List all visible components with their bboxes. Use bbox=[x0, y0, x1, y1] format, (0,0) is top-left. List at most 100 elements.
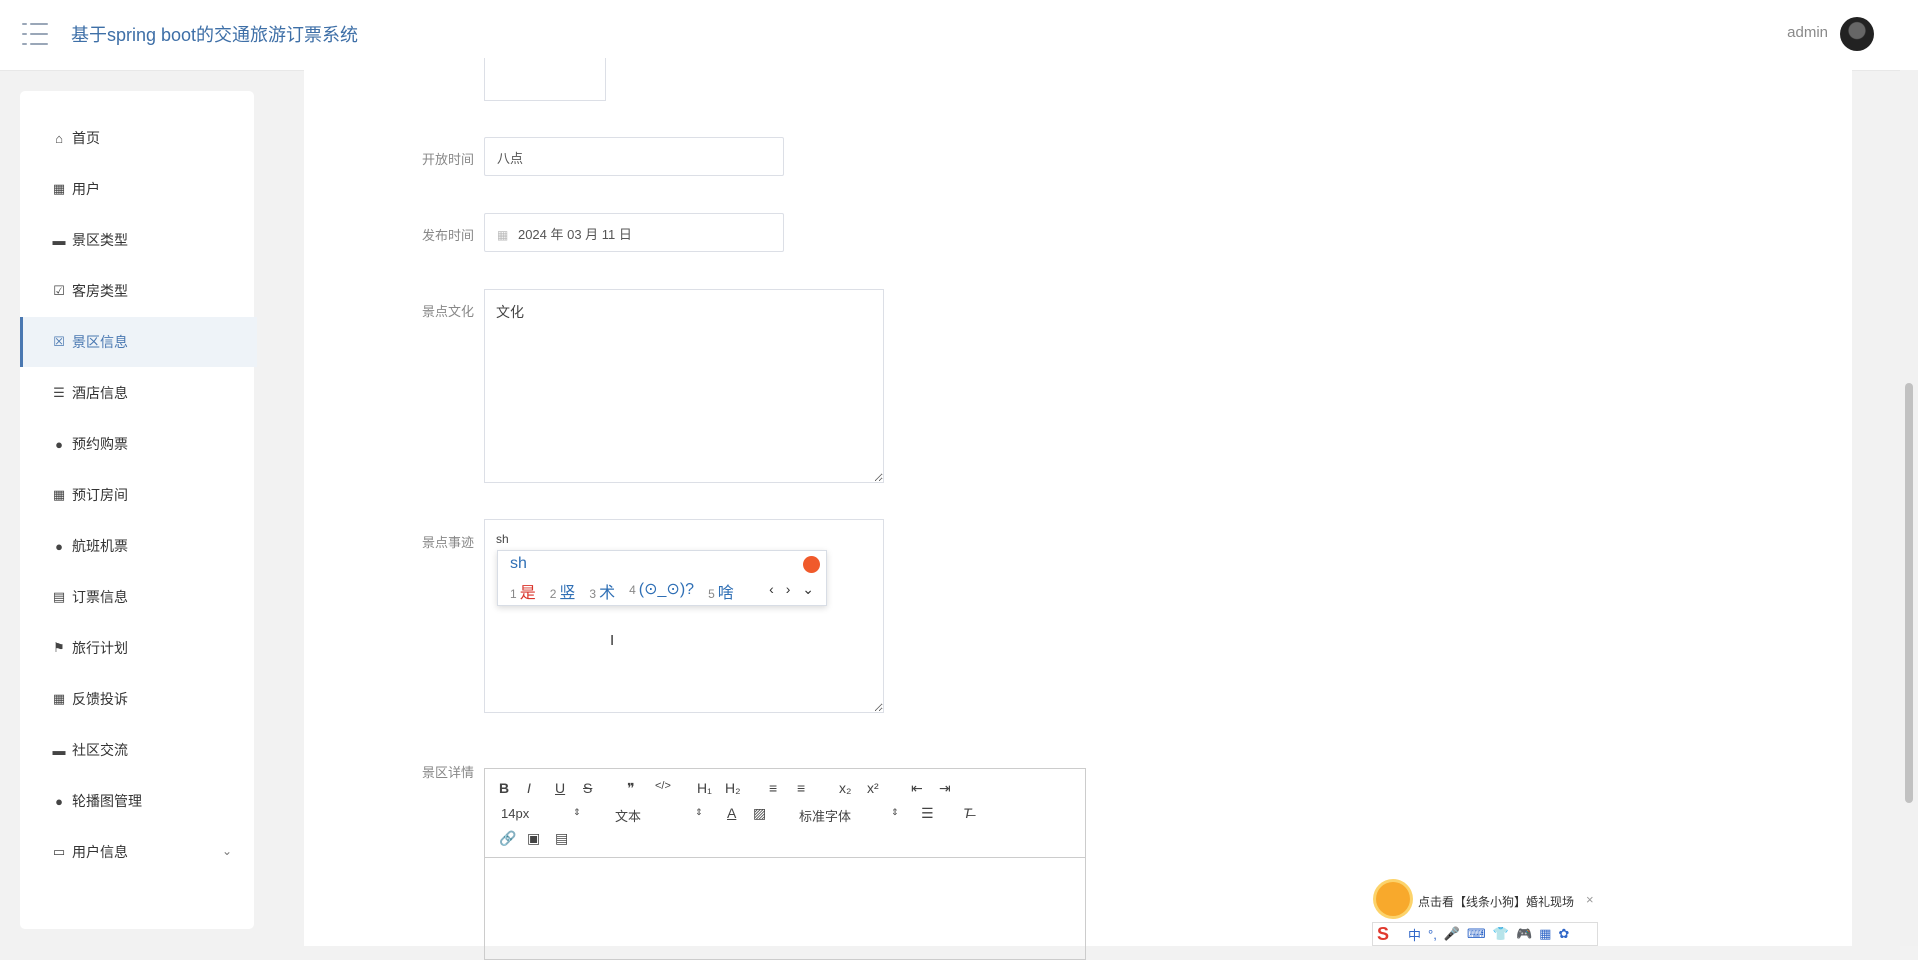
microphone-icon[interactable]: 🎤 bbox=[1444, 926, 1460, 942]
sidebar-item-room-booking[interactable]: ▦ 预订房间 bbox=[20, 470, 254, 520]
image-icon[interactable]: ▣ bbox=[527, 830, 540, 847]
indent-button[interactable]: ⇥ bbox=[939, 780, 951, 797]
open-time-input[interactable]: 八点 bbox=[484, 137, 784, 176]
font-size-select[interactable]: 14px ⇕ bbox=[501, 806, 581, 821]
quote-button[interactable]: ❞ bbox=[627, 780, 635, 797]
sogou-s-icon[interactable]: S bbox=[1377, 924, 1401, 944]
code-button[interactable]: </> bbox=[655, 780, 671, 792]
game-icon[interactable]: 🎮 bbox=[1516, 926, 1532, 942]
settings-icon[interactable]: ✿ bbox=[1558, 926, 1569, 942]
h2-button[interactable]: H₂ bbox=[725, 780, 741, 796]
card-icon: ▭ bbox=[52, 844, 66, 859]
font-family-select[interactable]: 标准字体 ⇕ bbox=[799, 806, 899, 825]
avatar[interactable] bbox=[1840, 17, 1874, 51]
background-color-icon[interactable]: ▨ bbox=[753, 805, 766, 822]
image-upload-box[interactable] bbox=[484, 58, 606, 101]
deeds-textarea[interactable]: sh bbox=[484, 519, 884, 713]
bulb-icon: ● bbox=[55, 793, 63, 809]
sidebar-item-room-type[interactable]: ☑ 客房类型 bbox=[20, 266, 254, 316]
page-scrollbar[interactable] bbox=[1900, 70, 1918, 946]
scrollbar-thumb[interactable] bbox=[1905, 383, 1913, 803]
sidebar-item-feedback[interactable]: ▦ 反馈投诉 bbox=[20, 674, 254, 724]
sidebar-item-label: 景区类型 bbox=[72, 232, 128, 248]
detail-label: 景区详情 bbox=[421, 765, 474, 780]
video-icon[interactable]: ▤ bbox=[555, 830, 568, 847]
punctuation-icon[interactable]: °, bbox=[1428, 927, 1437, 942]
ime-candidate[interactable]: 3术 bbox=[589, 579, 615, 603]
ime-candidate-popup: sh 1是 2竖 3术 4 (⊙_⊙)? 5啥 ‹ › ⌄ bbox=[497, 550, 827, 606]
keyboard-icon[interactable]: ⌨ bbox=[1467, 926, 1486, 942]
ime-candidate[interactable]: 4 (⊙_⊙)? bbox=[629, 579, 694, 603]
ime-typed-text: sh bbox=[510, 555, 527, 572]
bold-button[interactable]: B bbox=[499, 780, 509, 796]
sidebar-item-user-info[interactable]: ▭ 用户信息 ⌄ bbox=[20, 827, 254, 877]
ime-candidate[interactable]: 1是 bbox=[510, 579, 536, 603]
sidebar-item-scenic-type[interactable]: ▬ 景区类型 bbox=[20, 215, 254, 265]
sidebar-item-order-info[interactable]: ▤ 订票信息 bbox=[20, 572, 254, 622]
superscript-button[interactable]: x² bbox=[867, 780, 879, 796]
subscript-button[interactable]: x₂ bbox=[839, 780, 851, 796]
username[interactable]: admin bbox=[1787, 24, 1828, 41]
ime-promo-widget: 点击看【线条小狗】婚礼现场 × S 中 °, 🎤 ⌨ 👕 🎮 ▦ ✿ bbox=[1372, 882, 1602, 946]
strike-button[interactable]: S bbox=[583, 780, 592, 796]
sogou-logo-icon bbox=[803, 556, 820, 573]
top-bar: 基于spring boot的交通旅游订票系统 admin bbox=[0, 0, 1918, 71]
sidebar-item-scenic-info[interactable]: ☒ 景区信息 bbox=[20, 317, 257, 367]
ime-candidate[interactable]: 5啥 bbox=[708, 579, 734, 603]
sliders-icon: ☰ bbox=[53, 385, 65, 400]
sidebar: ⌂ 首页 ▦ 用户 ▬ 景区类型 ☑ 客房类型 ☒ 景区信息 ☰ 酒店信息 ● … bbox=[20, 91, 257, 929]
sidebar-item-label: 轮播图管理 bbox=[72, 793, 142, 809]
deeds-label: 景点事迹 bbox=[421, 535, 474, 550]
sign-icon: ▬ bbox=[52, 742, 66, 758]
sidebar-item-flight-tickets[interactable]: ● 航班机票 bbox=[20, 521, 254, 571]
select-arrows-icon: ⇕ bbox=[695, 807, 703, 817]
user-icon: ● bbox=[55, 436, 63, 452]
clipboard-x-icon: ☒ bbox=[53, 334, 65, 349]
culture-textarea[interactable]: 文化 bbox=[484, 289, 884, 483]
sidebar-item-label: 反馈投诉 bbox=[72, 691, 128, 707]
sidebar-item-hotel-info[interactable]: ☰ 酒店信息 bbox=[20, 368, 254, 418]
font-size-value: 14px bbox=[501, 806, 530, 821]
outdent-button[interactable]: ⇤ bbox=[911, 780, 923, 797]
grid-icon: ▦ bbox=[52, 181, 66, 196]
link-icon[interactable]: 🔗 bbox=[499, 830, 516, 847]
clear-format-icon[interactable]: T̶ bbox=[963, 805, 972, 821]
menu-toggle-icon[interactable] bbox=[22, 23, 48, 45]
sidebar-item-label: 预约购票 bbox=[72, 436, 128, 452]
sidebar-item-users[interactable]: ▦ 用户 bbox=[20, 164, 254, 214]
ordered-list-button[interactable]: ≡ bbox=[769, 780, 777, 796]
sidebar-item-travel-plan[interactable]: ⚑ 旅行计划 bbox=[20, 623, 254, 673]
toolbox-icon[interactable]: ▦ bbox=[1539, 926, 1551, 942]
chinese-mode-toggle[interactable]: 中 bbox=[1408, 925, 1421, 944]
sidebar-item-label: 用户 bbox=[72, 181, 100, 197]
bullet-list-button[interactable]: ≡ bbox=[797, 780, 805, 796]
sidebar-item-label: 旅行计划 bbox=[72, 640, 128, 656]
h1-button[interactable]: H₁ bbox=[697, 780, 712, 796]
underline-button[interactable]: U bbox=[555, 780, 565, 796]
person-icon: ● bbox=[55, 538, 63, 554]
ime-page-nav[interactable]: ‹ › ⌄ bbox=[769, 581, 818, 598]
rich-text-editor[interactable]: B I U S ❞ </> H₁ H₂ ≡ ≡ x₂ x² ⇤ ⇥ 14px ⇕… bbox=[484, 768, 1086, 960]
sidebar-item-label: 航班机票 bbox=[72, 538, 128, 554]
grid-icon: ▦ bbox=[52, 691, 66, 706]
align-icon[interactable]: ☰ bbox=[921, 805, 934, 822]
promo-text[interactable]: 点击看【线条小狗】婚礼现场 bbox=[1418, 893, 1574, 910]
select-arrows-icon: ⇕ bbox=[573, 807, 581, 817]
open-time-value: 八点 bbox=[497, 151, 524, 166]
ime-candidate[interactable]: 2竖 bbox=[550, 579, 576, 603]
skin-icon[interactable]: 👕 bbox=[1493, 926, 1509, 942]
font-color-icon[interactable]: A bbox=[727, 805, 736, 821]
sidebar-item-community[interactable]: ▬ 社区交流 bbox=[20, 725, 254, 775]
select-arrows-icon: ⇕ bbox=[891, 807, 899, 817]
sidebar-item-label: 首页 bbox=[72, 130, 100, 146]
publish-time-input[interactable]: ▦ 2024 年 03 月 11 日 bbox=[484, 213, 784, 252]
sidebar-item-carousel[interactable]: ● 轮播图管理 bbox=[20, 776, 254, 826]
paragraph-select[interactable]: 文本 ⇕ bbox=[615, 806, 705, 825]
flag-icon: ⚑ bbox=[53, 640, 65, 655]
sidebar-item-ticket-booking[interactable]: ● 预约购票 bbox=[20, 419, 254, 469]
sidebar-item-label: 用户信息 bbox=[72, 844, 128, 860]
sidebar-item-home[interactable]: ⌂ 首页 bbox=[20, 113, 254, 163]
italic-button[interactable]: I bbox=[527, 780, 531, 796]
publish-time-label: 发布时间 bbox=[421, 228, 474, 243]
close-icon[interactable]: × bbox=[1586, 892, 1594, 907]
